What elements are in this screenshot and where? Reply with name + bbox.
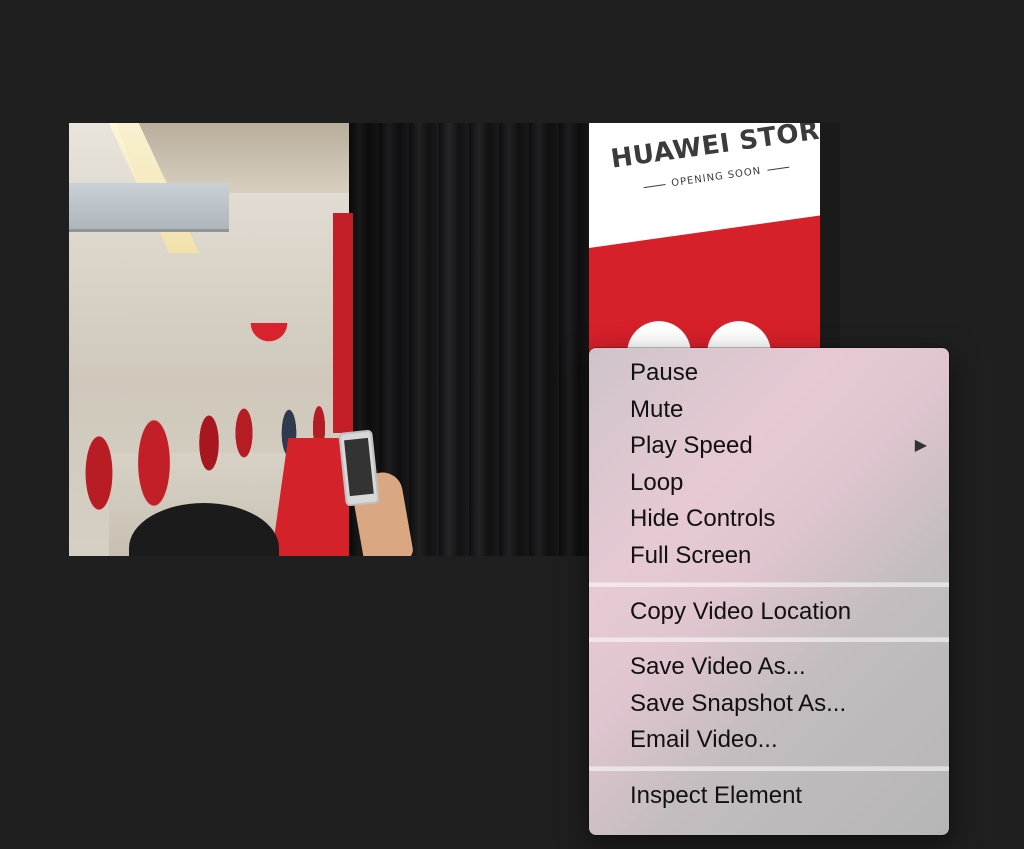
menu-item-play-speed[interactable]: Play Speed ▶ [589, 428, 949, 465]
browser-page: HUAWEI STORE OPENING SOON Pause Mute Pla… [0, 0, 1024, 849]
menu-item-pause[interactable]: Pause [589, 355, 949, 392]
menu-section-playback: Pause Mute Play Speed ▶ Loop Hide Contro… [589, 355, 949, 575]
video-context-menu: Pause Mute Play Speed ▶ Loop Hide Contro… [589, 348, 949, 835]
menu-item-label: Save Snapshot As... [630, 689, 847, 717]
menu-item-mute[interactable]: Mute [589, 392, 949, 429]
menu-item-label: Copy Video Location [630, 597, 852, 625]
menu-item-label: Hide Controls [630, 505, 776, 533]
menu-item-label: Inspect Element [630, 781, 803, 809]
menu-item-hide-controls[interactable]: Hide Controls [589, 501, 949, 538]
menu-item-label: Pause [630, 359, 699, 386]
menu-section-save: Save Video As... Save Snapshot As... Ema… [589, 649, 949, 759]
menu-item-copy-video-location[interactable]: Copy Video Location [589, 594, 949, 631]
menu-section-inspect: Inspect Element [589, 778, 949, 815]
menu-item-loop[interactable]: Loop [589, 465, 949, 502]
menu-item-label: Play Speed [630, 432, 753, 460]
menu-item-label: Full Screen [630, 541, 752, 569]
menu-item-save-snapshot-as[interactable]: Save Snapshot As... [589, 686, 949, 723]
menu-item-email-video[interactable]: Email Video... [589, 722, 949, 759]
menu-item-label: Loop [630, 468, 684, 496]
triangle-right-icon: ▶ [914, 437, 927, 455]
menu-item-full-screen[interactable]: Full Screen [589, 538, 949, 575]
menu-separator [589, 765, 949, 771]
menu-separator [589, 637, 949, 643]
video-scene-pillar [333, 213, 353, 433]
menu-item-label: Mute [630, 395, 684, 423]
menu-section-copy: Copy Video Location [589, 594, 949, 631]
menu-separator [589, 581, 949, 587]
menu-item-label: Email Video... [630, 726, 778, 754]
video-scene-balcony [69, 183, 229, 232]
menu-item-save-video-as[interactable]: Save Video As... [589, 649, 949, 686]
menu-item-label: Save Video As... [630, 653, 806, 681]
menu-item-inspect-element[interactable]: Inspect Element [589, 778, 949, 815]
